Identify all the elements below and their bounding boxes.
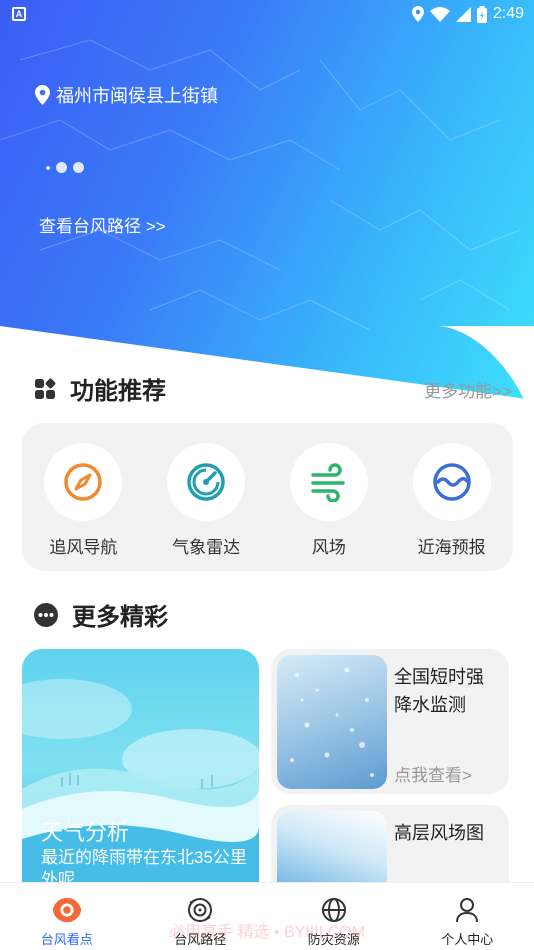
rainfall-monitor-title: 全国短时强降水监测 <box>394 667 484 715</box>
nav-typhoon-highlights[interactable]: 台风看点 <box>0 883 134 950</box>
functions-section-title: 功能推荐 <box>34 371 166 406</box>
status-bar: A 2:49 <box>0 0 534 30</box>
bottom-navigation: 台风看点 台风路径 防灾资源 个人中心 <box>0 882 534 950</box>
rainfall-monitor-card[interactable]: 全国短时强降水监测 点我查看> <box>271 649 509 794</box>
typhoon-eye-icon <box>52 897 81 923</box>
upper-wind-field-title: 高层风场图 <box>394 823 484 843</box>
nav-disaster-resources[interactable]: 防灾资源 <box>267 883 401 950</box>
nav-profile[interactable]: 个人中心 <box>401 883 534 950</box>
clock: 2:49 <box>492 5 524 22</box>
weather-analysis-title: 天气分析 <box>41 820 130 845</box>
function-wind-field[interactable]: 风场 <box>268 423 391 571</box>
compass-icon <box>64 463 103 501</box>
battery-icon <box>476 5 487 23</box>
location-text: 福州市闽侯县上街镇 <box>56 86 218 106</box>
user-icon <box>456 898 479 923</box>
grid-apps-icon <box>35 378 56 399</box>
function-storm-chase-nav[interactable]: 追风导航 <box>22 423 145 571</box>
nav-typhoon-path[interactable]: 台风路径 <box>134 883 268 950</box>
typhoon-spiral-icon <box>188 898 213 922</box>
wifi-icon <box>429 6 450 22</box>
weather-analysis-card[interactable]: 天气分析 最近的降雨带在东北35公里外呢 <box>22 649 259 909</box>
location-pin-icon <box>35 85 50 105</box>
function-weather-radar[interactable]: 气象雷达 <box>145 423 268 571</box>
globe-icon <box>321 898 346 922</box>
signal-icon <box>455 6 471 22</box>
app-notification-icon: A <box>12 7 26 21</box>
current-location[interactable]: 福州市闽侯县上街镇 <box>35 82 218 108</box>
hero-banner: A 2:49 福州市闽侯县上街镇 查看台风路径 >> <box>0 0 534 400</box>
functions-card: 追风导航 气象雷达 风场 近海预报 <box>22 423 513 571</box>
typhoon-path-link[interactable]: 查看台风路径 >> <box>39 212 166 237</box>
more-dots-icon <box>34 602 58 627</box>
rain-drops-image <box>277 655 387 789</box>
more-functions-link[interactable]: 更多功能>> <box>424 377 512 402</box>
carousel-indicator <box>46 162 84 173</box>
location-status-icon <box>411 6 424 22</box>
rainfall-monitor-link[interactable]: 点我查看> <box>394 761 472 786</box>
function-coastal-forecast[interactable]: 近海预报 <box>390 423 513 571</box>
wind-icon <box>311 463 345 502</box>
more-section-title: 更多精彩 <box>34 597 168 632</box>
radar-icon <box>187 463 225 501</box>
wave-icon <box>432 463 471 501</box>
